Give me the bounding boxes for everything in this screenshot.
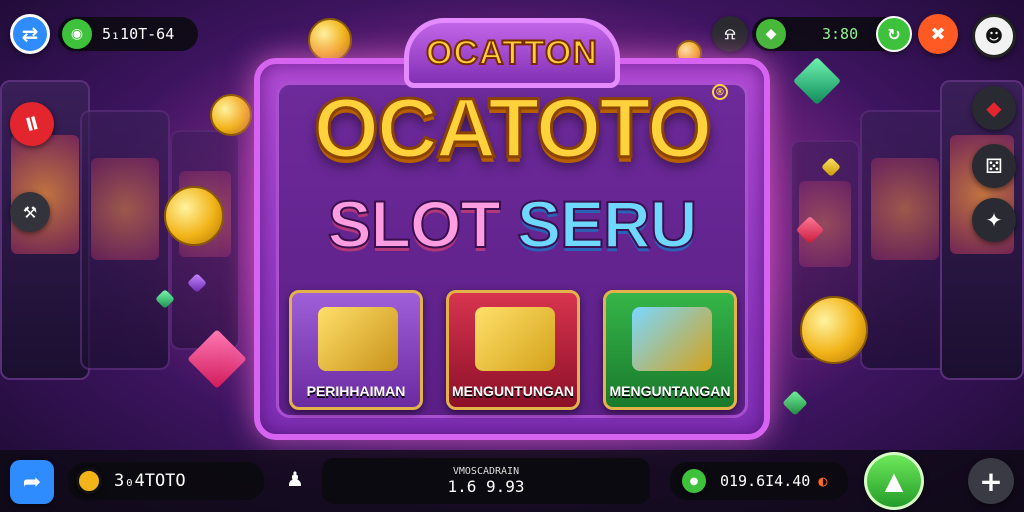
card-label: MENGUNTANGAN [609,383,731,399]
right-value: 019.6I4.40 [720,472,811,490]
game-title: OCATOTO [312,80,714,177]
arcade-machine [860,110,950,370]
avatar-icon[interactable]: ☻ [972,14,1016,58]
center-caption: VMOSCADRAIN [452,466,520,477]
coin-stack-icon: ◉ [62,19,92,49]
share-arrow-icon[interactable]: ➦ [10,460,54,504]
coins-pill: 3₀4TOTO [68,462,264,500]
plus-icon[interactable]: + [968,458,1014,504]
currency-value: 3:80 [822,25,859,43]
player-icon[interactable]: ♟ [280,464,310,494]
right-info-pill: ● 019.6I4.40 ◐ [670,462,848,500]
hammer-icon[interactable]: ⚒ [10,192,50,232]
center-value: 1.6 9.93 [447,477,525,496]
gold-bar-icon [475,307,555,371]
arcade-machine [80,110,170,370]
play-icon[interactable]: ▲ [864,452,924,510]
game-card-3[interactable]: MENGUNTANGAN [603,290,737,410]
status-dot-icon: ● [682,469,706,493]
balance-value: 5₁10T-64 [102,25,175,43]
subtitle-word-slot: SLOT [327,186,502,262]
center-info: VMOSCADRAIN 1.6 9.93 [322,458,650,504]
gem-icon: ◆ [756,19,786,49]
star-icon[interactable]: ✦ [972,198,1016,242]
coin-decoration [210,94,252,136]
card-label: MENGUNTUNGAN [451,383,575,399]
game-card-1[interactable]: PERIHHAIMAN [289,290,423,410]
coin-decoration [800,296,868,364]
subtitle-word-seru: SERU [516,186,698,262]
coin-icon [76,468,102,494]
coins-label: 3₀4TOTO [114,471,186,491]
banner-text: OCATTON [425,33,598,73]
balance-pill: ◉ 5₁10T-64 [58,17,198,51]
coin-icon: ◐ [818,472,828,490]
refresh-icon[interactable]: ↻ [876,16,912,52]
registered-mark: ® [712,84,728,100]
game-subtitle: SLOT SERU [270,186,754,262]
bell-icon[interactable]: ⍾ [712,16,748,52]
game-card-2[interactable]: MENGUNTUNGAN [446,290,580,410]
gem-decoration [782,390,808,416]
coin-decoration [164,186,224,246]
top-banner: OCATTON [404,18,620,88]
cross-icon[interactable]: ✖ [918,14,958,54]
coin-roll-icon [632,307,712,371]
dice-icon[interactable]: ⚄ [972,144,1016,188]
treasure-box-icon [318,307,398,371]
ruby-icon[interactable]: ◆ [972,86,1016,130]
bottom-bar: ➦ 3₀4TOTO ♟ VMOSCADRAIN 1.6 9.93 ● 019.6… [0,450,1024,512]
card-label: PERIHHAIMAN [306,383,406,399]
swap-icon[interactable]: ⇄ [10,14,50,54]
